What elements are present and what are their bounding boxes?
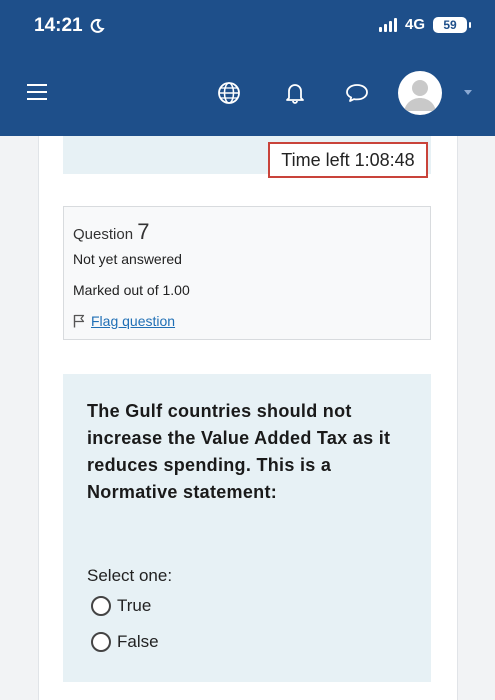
time-left-indicator: Time left 1:08:48 (268, 142, 428, 178)
answer-option-true[interactable]: True (91, 596, 151, 616)
answer-option-false[interactable]: False (91, 632, 159, 652)
question-text: The Gulf countries should not increase t… (87, 401, 391, 502)
question-state: Not yet answered (73, 251, 182, 267)
status-indicators: 4G 59 (378, 16, 471, 33)
chevron-down-icon[interactable] (464, 90, 472, 95)
avatar[interactable] (398, 71, 442, 115)
quiz-screen: 14:21 4G 59 Time left 1:08:48 Question 7… (0, 0, 495, 700)
bell-icon[interactable] (282, 80, 308, 106)
app-header: 14:21 4G 59 (0, 0, 495, 136)
battery-icon: 59 (433, 16, 471, 33)
status-time: 14:21 (34, 15, 105, 37)
network-type: 4G (404, 16, 425, 33)
option-label-false[interactable]: False (117, 632, 159, 652)
flag-question-text[interactable]: Flag question (91, 313, 175, 329)
question-content: The Gulf countries should not increase t… (63, 374, 431, 682)
user-icon (404, 80, 436, 111)
moon-icon (90, 18, 105, 33)
flag-question-link[interactable]: Flag question (73, 313, 175, 329)
time-left-text: Time left 1:08:48 (281, 149, 415, 170)
question-number: 7 (137, 219, 150, 244)
chat-icon[interactable] (344, 80, 370, 106)
radio-true[interactable] (91, 596, 111, 616)
radio-false[interactable] (91, 632, 111, 652)
battery-level: 59 (443, 17, 457, 32)
signal-icon (378, 17, 397, 32)
globe-icon[interactable] (216, 80, 242, 106)
select-one-prompt: Select one: (87, 566, 173, 585)
question-label: Question (73, 226, 134, 243)
flag-icon[interactable] (73, 314, 85, 328)
clock-text: 14:21 (34, 15, 83, 36)
question-info-panel: Question 7 Not yet answered Marked out o… (63, 206, 431, 340)
option-label-true[interactable]: True (117, 596, 151, 616)
menu-icon[interactable] (27, 84, 47, 102)
question-heading: Question 7 (73, 219, 149, 245)
question-marks: Marked out of 1.00 (73, 282, 190, 298)
